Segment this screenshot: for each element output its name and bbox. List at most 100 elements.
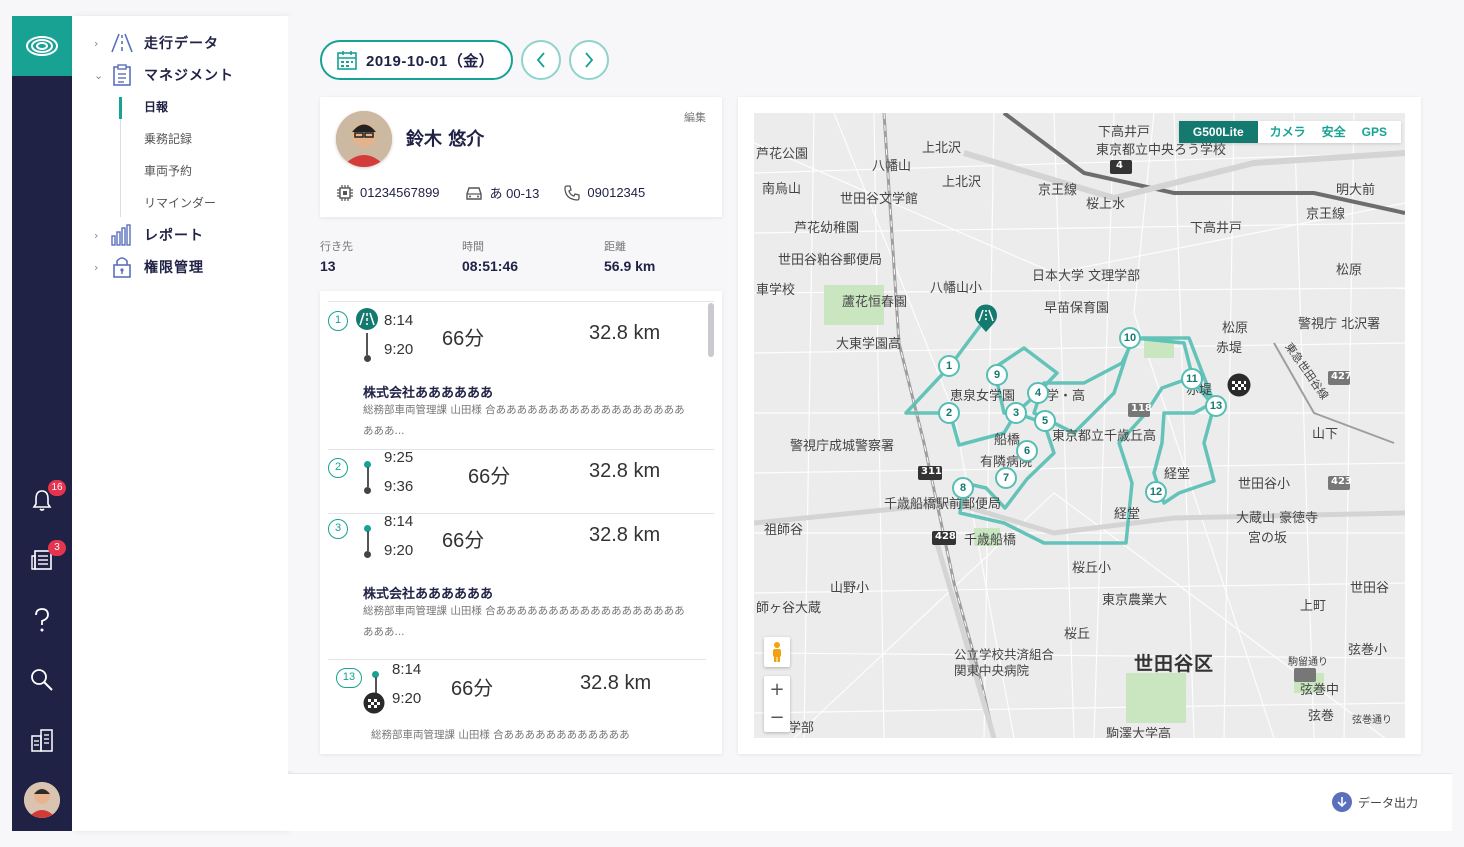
route-marker[interactable]: 1 [938,355,960,377]
map-start-marker[interactable] [973,303,999,333]
route-marker[interactable]: 3 [1005,402,1027,424]
user-avatar[interactable] [24,782,60,818]
map-label: 山野小 [830,581,870,596]
route-marker[interactable]: 6 [1016,440,1038,462]
map-label: 芦花幼稚園 [794,221,860,236]
route-marker[interactable]: 13 [1205,395,1227,417]
route-marker[interactable]: 4 [1027,382,1049,404]
app-logo[interactable] [12,16,72,76]
map-label: 世田谷文学館 [840,192,919,207]
driver-card: 鈴木 悠介 編集 01234567899 あ 00-13 09012345 [320,97,722,217]
nav-sub-reminder[interactable]: リマインダー [144,193,216,213]
vehicle-info: あ 00-13 [464,183,539,202]
news-button[interactable]: 3 [24,540,66,578]
nav-sub-daily-report[interactable]: 日報 [144,97,168,117]
map-label: 宮の坂 [1248,531,1288,546]
nav-group-label: マネジメント [144,68,234,84]
map-label: 世田谷 [1350,581,1390,596]
notifications-badge: 16 [48,480,66,496]
download-icon [1331,792,1352,812]
stat-destinations: 行き先 13 [320,238,353,274]
trip-item[interactable]: 13 8:14 9:20 66分 32.8 km 総務部車両管理課 山田様 合あ… [328,659,714,754]
chevron-right-icon: › [94,228,99,242]
company-button[interactable] [24,722,60,758]
trip-item[interactable]: 2 9:25 9:36 66分 32.8 km [328,449,714,513]
route-marker[interactable]: 8 [952,477,974,499]
chevron-right-icon: › [94,260,99,274]
calendar-icon [337,51,357,70]
map-label: 師ヶ谷大蔵 [756,601,822,616]
map-label: 経堂 [1114,507,1141,522]
road-shield-label: 118 [1131,403,1152,414]
route-map[interactable]: 4 311 428 118 427 423 芦花公園 八幡山 上北沢 南烏山 世… [754,113,1405,738]
zoom-out-button[interactable]: − [764,704,790,732]
nav-group-permissions[interactable]: › 権限管理 [94,255,204,279]
map-goal-marker[interactable] [1227,373,1251,397]
next-day-button[interactable] [569,40,609,80]
timeline-line [366,467,369,487]
trip-item[interactable]: 3 8:14 9:20 66分 32.8 km 株式会社ああああああ 総務部車両… [328,513,714,659]
trip-number: 2 [328,458,348,478]
trip-distance: 32.8 km [589,322,661,344]
search-button[interactable] [24,662,60,698]
phone-info: 09012345 [563,184,645,202]
map-card: 4 311 428 118 427 423 芦花公園 八幡山 上北沢 南烏山 世… [738,97,1421,754]
bar-chart-icon [108,223,136,247]
tab-g500lite[interactable]: G500Lite [1178,121,1258,143]
route-marker[interactable]: 7 [995,467,1017,489]
tab-gps[interactable]: GPS [1354,121,1401,143]
start-road-icon [356,308,378,330]
map-label: 祖師谷 [764,523,804,538]
tab-safety[interactable]: 安全 [1314,121,1354,143]
previous-day-button[interactable] [521,40,561,80]
edit-driver-link[interactable]: 編集 [684,109,706,125]
zoom-in-button[interactable]: + [764,676,790,704]
timeline-line [374,677,377,693]
trip-end-time: 9:20 [384,341,414,358]
export-data-button[interactable]: データ出力 [1331,792,1418,812]
road-shield-label: 4 [1116,160,1123,171]
map-label-district: 世田谷区 [1134,653,1215,675]
map-label: 蘆花恒春園 [842,295,908,310]
driver-info-row: 01234567899 あ 00-13 09012345 [336,183,669,202]
map-label: 京王線 [1038,183,1078,198]
map-label: 車学校 [756,283,796,298]
map-label: 千歳船橋駅前郵便局 [884,497,1002,512]
trip-item[interactable]: 1 8:14 9:20 66分 32.8 km 株式会社ああああああ 総務部車両… [328,301,714,449]
nav-sub-vehicle-reservation[interactable]: 車両予約 [144,161,192,181]
map-label: 芦花公園 [756,147,809,162]
date-picker[interactable]: 2019-10-01（金） [320,40,513,80]
trip-duration: 66分 [451,678,494,700]
end-dot [364,551,371,558]
user-avatar-image [24,782,60,818]
driver-avatar [336,111,392,167]
nav-group-management[interactable]: ⌄ マネジメント [94,63,234,87]
stat-distance: 距離 56.9 km [604,238,655,274]
export-label: データ出力 [1357,795,1418,810]
road-shield-label: 311 [921,466,942,477]
trip-list[interactable]: 1 8:14 9:20 66分 32.8 km 株式会社ああああああ 総務部車両… [320,291,722,754]
trip-number: 1 [328,311,348,331]
route-marker[interactable]: 11 [1181,368,1203,390]
route-marker[interactable]: 12 [1145,481,1167,503]
street-view-button[interactable] [764,637,790,667]
map-label: 大蔵山 豪徳寺 [1236,511,1319,526]
notifications-button[interactable]: 16 [24,480,66,518]
tab-camera[interactable]: カメラ [1258,121,1314,143]
map-label: 八幡山 [872,159,912,174]
nav-sub-duty-record[interactable]: 乗務記録 [144,129,192,149]
nav-group-report[interactable]: › レポート [94,223,204,247]
route-marker[interactable]: 2 [938,402,960,424]
map-label: 警視庁成城警察署 [790,439,895,454]
help-button[interactable] [24,602,60,638]
nav-group-driving-data[interactable]: › 走行データ [94,31,219,55]
route-marker[interactable]: 5 [1034,410,1056,432]
route-marker[interactable]: 10 [1119,327,1141,349]
trip-start-time: 8:14 [392,661,422,678]
map-label: 警視庁 北沢署 [1298,317,1381,332]
route-marker[interactable]: 9 [986,364,1008,386]
goal-flag-icon [363,692,385,714]
logo-icon [26,36,58,56]
search-icon [31,669,53,691]
map-label: 松原 [1336,263,1363,278]
